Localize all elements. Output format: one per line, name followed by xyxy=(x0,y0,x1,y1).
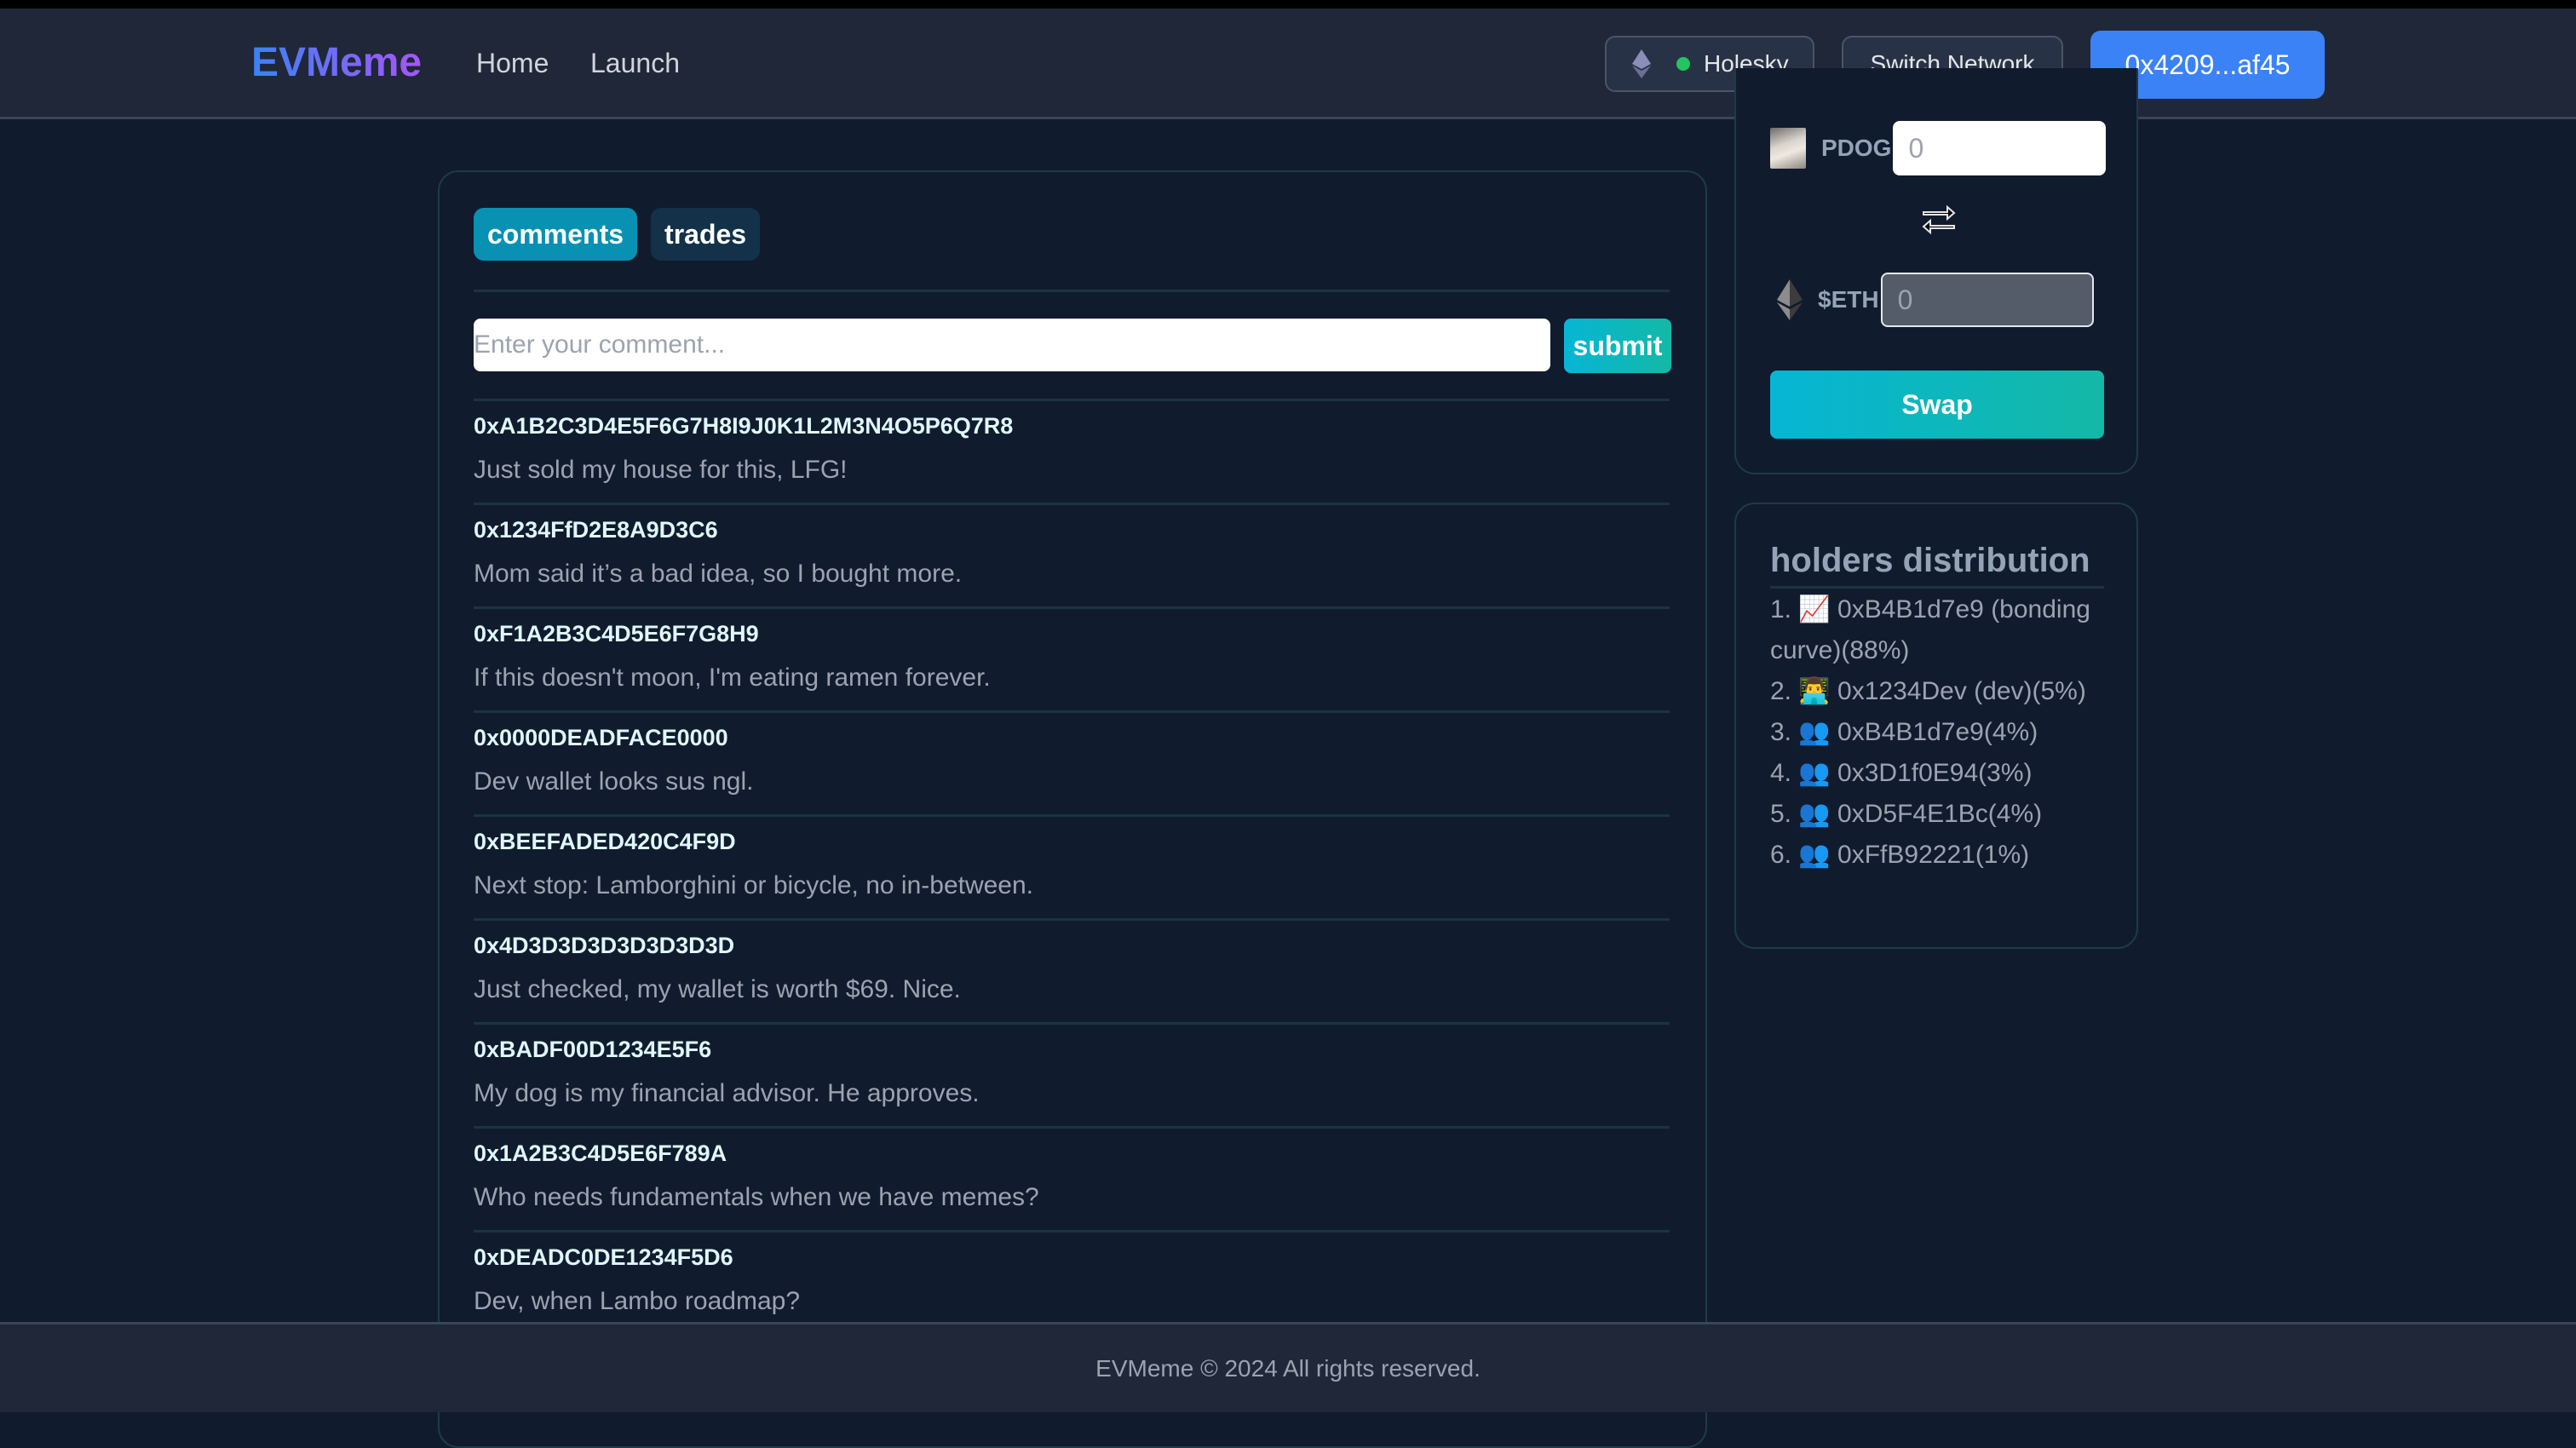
comments-panel: comments trades submit 0xA1B2C3D4E5F6G7H… xyxy=(438,170,1707,1448)
nav-launch-link[interactable]: Launch xyxy=(590,48,680,79)
comment-author[interactable]: 0xDEADC0DE1234F5D6 xyxy=(474,1244,733,1271)
to-token-symbol: $ETH xyxy=(1818,286,1879,313)
comment-author[interactable]: 0xF1A2B3C4D5E6F7G8H9 xyxy=(474,621,759,647)
ethereum-icon xyxy=(1632,49,1651,78)
comment-item: 0xF1A2B3C4D5E6F7G8H9 If this doesn't moo… xyxy=(474,606,1670,710)
comment-author[interactable]: 0xBEEFADED420C4F9D xyxy=(474,829,736,855)
holders-title: holders distribution xyxy=(1770,542,2090,579)
navbar: EVMeme Home Launch Holesky Switch Networ… xyxy=(0,9,2576,119)
comment-text: Dev wallet looks sus ngl. xyxy=(474,767,754,796)
comment-text: Just sold my house for this, LFG! xyxy=(474,456,848,484)
ethereum-icon xyxy=(1777,279,1803,320)
comment-text: Next stop: Lamborghini or bicycle, no in… xyxy=(474,871,1034,899)
footer-copyright: EVMeme © 2024 All rights reserved. xyxy=(1095,1355,1481,1382)
holder-item: 4. 👥 0x3D1f0E94(3%) xyxy=(1770,759,2033,787)
comment-item: 0xBADF00D1234E5F6 My dog is my financial… xyxy=(474,1022,1670,1126)
holders-list: 1. 📈 0xB4B1d7e9 (bonding curve)(88%) 2. … xyxy=(1770,589,2104,876)
comment-author[interactable]: 0xA1B2C3D4E5F6G7H8I9J0K1L2M3N4O5P6Q7R8 xyxy=(474,413,1013,440)
comment-text: Just checked, my wallet is worth $69. Ni… xyxy=(474,975,961,1003)
comment-item: 0xDEADC0DE1234F5D6 Dev, when Lambo roadm… xyxy=(474,1230,1670,1334)
footer: EVMeme © 2024 All rights reserved. xyxy=(0,1322,2576,1412)
swap-button[interactable]: Swap xyxy=(1770,371,2104,439)
comment-author[interactable]: 0x1234FfD2E8A9D3C6 xyxy=(474,517,718,543)
holders-distribution-card: holders distribution 1. 📈 0xB4B1d7e9 (bo… xyxy=(1734,503,2138,949)
top-strip xyxy=(0,0,2576,9)
comment-text: My dog is my financial advisor. He appro… xyxy=(474,1079,980,1107)
from-token-symbol: PDOG xyxy=(1821,135,1892,161)
logo[interactable]: EVMeme xyxy=(251,39,422,86)
to-token-row: $ETH xyxy=(1770,273,2094,327)
comment-item: 0x1A2B3C4D5E6F789A Who needs fundamental… xyxy=(474,1126,1670,1230)
comment-text: Who needs fundamentals when we have meme… xyxy=(474,1183,1039,1211)
nav-home-link[interactable]: Home xyxy=(476,48,549,79)
submit-comment-button[interactable]: submit xyxy=(1564,319,1671,373)
comment-list: 0xA1B2C3D4E5F6G7H8I9J0K1L2M3N4O5P6Q7R8 J… xyxy=(474,399,1670,1334)
comment-item: 0xA1B2C3D4E5F6G7H8I9J0K1L2M3N4O5P6Q7R8 J… xyxy=(474,399,1670,503)
tab-bar: comments trades xyxy=(474,208,761,261)
from-amount-input[interactable] xyxy=(1893,121,2107,175)
comment-text: Mom said it’s a bad idea, so I bought mo… xyxy=(474,560,963,588)
tab-trades[interactable]: trades xyxy=(651,208,761,261)
comment-author[interactable]: 0x1A2B3C4D5E6F789A xyxy=(474,1141,727,1167)
comment-input[interactable] xyxy=(474,319,1550,371)
swap-direction-icon[interactable] xyxy=(1920,203,1958,237)
tab-comments[interactable]: comments xyxy=(474,208,638,261)
network-status-dot xyxy=(1676,57,1690,71)
comment-item: 0x1234FfD2E8A9D3C6 Mom said it’s a bad i… xyxy=(474,503,1670,606)
from-token-row: PDOG xyxy=(1770,121,2107,175)
comment-author[interactable]: 0x4D3D3D3D3D3D3D3D xyxy=(474,933,734,959)
holders-divider xyxy=(1770,586,2104,589)
holder-item: 5. 👥 0xD5F4E1Bc(4%) xyxy=(1770,800,2043,828)
holder-item: 2. 👨‍💻 0x1234Dev (dev)(5%) xyxy=(1770,677,2086,705)
swap-card: PDOG $ETH Swap xyxy=(1734,68,2138,474)
holder-item: 3. 👥 0xB4B1d7e9(4%) xyxy=(1770,718,2038,746)
tabs-divider xyxy=(474,290,1670,292)
comment-item: 0xBEEFADED420C4F9D Next stop: Lamborghin… xyxy=(474,814,1670,918)
comment-item: 0x4D3D3D3D3D3D3D3D Just checked, my wall… xyxy=(474,918,1670,1022)
to-amount-input[interactable] xyxy=(1880,273,2094,327)
comment-author[interactable]: 0x0000DEADFACE0000 xyxy=(474,725,728,751)
pdog-token-image xyxy=(1770,128,1806,169)
comment-text: Dev, when Lambo roadmap? xyxy=(474,1287,800,1315)
holder-item: 6. 👥 0xFfB92221(1%) xyxy=(1770,841,2030,869)
comment-item: 0x0000DEADFACE0000 Dev wallet looks sus … xyxy=(474,710,1670,814)
holder-item: 1. 📈 0xB4B1d7e9 (bonding curve)(88%) xyxy=(1770,595,2090,664)
comment-author[interactable]: 0xBADF00D1234E5F6 xyxy=(474,1037,711,1063)
comment-text: If this doesn't moon, I'm eating ramen f… xyxy=(474,664,991,692)
